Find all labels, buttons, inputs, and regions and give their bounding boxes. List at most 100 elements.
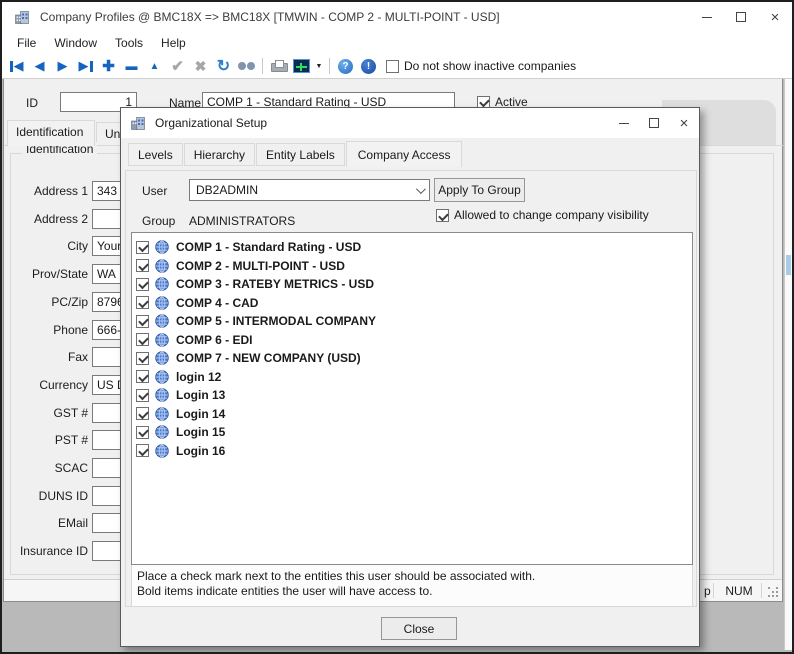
globe-icon xyxy=(155,333,169,347)
about-button[interactable] xyxy=(357,55,380,77)
entity-checkbox[interactable] xyxy=(136,259,149,272)
menu-help[interactable]: Help xyxy=(152,34,195,52)
cancel-icon xyxy=(195,58,207,75)
find-icon xyxy=(238,61,255,71)
monitor-button[interactable] xyxy=(290,55,313,77)
refresh-button[interactable] xyxy=(212,55,235,77)
globe-icon xyxy=(155,388,169,402)
find-button[interactable] xyxy=(235,55,258,77)
group-label: Group xyxy=(142,214,175,228)
entity-row[interactable]: COMP 4 - CAD xyxy=(132,294,692,313)
entity-row[interactable]: COMP 5 - INTERMODAL COMPANY xyxy=(132,312,692,331)
entity-checkbox[interactable] xyxy=(136,296,149,309)
menu-window[interactable]: Window xyxy=(45,34,106,52)
globe-icon xyxy=(155,370,169,384)
company-profiles-window: Company Profiles @ BMC18X => BMC18X [TMW… xyxy=(0,0,794,654)
minimize-button[interactable] xyxy=(690,2,724,32)
add-icon xyxy=(102,57,115,75)
instruction-line-2: Bold items indicate entities the user wi… xyxy=(137,584,692,599)
inactive-companies-checkbox[interactable] xyxy=(386,60,399,73)
save-record-button[interactable] xyxy=(166,55,189,77)
move-up-button[interactable] xyxy=(143,55,166,77)
entity-checkbox[interactable] xyxy=(136,278,149,291)
accept-icon xyxy=(171,57,184,75)
resize-grip[interactable] xyxy=(767,586,779,598)
info-icon xyxy=(361,59,376,74)
entity-label: login 12 xyxy=(176,370,221,384)
entity-checkbox[interactable] xyxy=(136,352,149,365)
entity-checkbox[interactable] xyxy=(136,426,149,439)
tab-identification[interactable]: Identification xyxy=(7,120,95,146)
dialog-tab-hierarchy[interactable]: Hierarchy xyxy=(184,143,255,166)
entity-row[interactable]: COMP 6 - EDI xyxy=(132,331,692,350)
next-record-button[interactable] xyxy=(51,55,74,77)
entity-label: Login 13 xyxy=(176,388,225,402)
entity-row[interactable]: Login 14 xyxy=(132,405,692,424)
entity-row[interactable]: COMP 3 - RATEBY METRICS - USD xyxy=(132,275,692,294)
entity-label: Login 15 xyxy=(176,425,225,439)
delete-record-button[interactable] xyxy=(120,55,143,77)
help-icon xyxy=(338,59,353,74)
entity-checkbox[interactable] xyxy=(136,315,149,328)
entity-checkbox[interactable] xyxy=(136,241,149,254)
dialog-tab-company-access[interactable]: Company Access xyxy=(346,141,463,167)
print-button[interactable] xyxy=(267,55,290,77)
cancel-changes-button[interactable] xyxy=(189,55,212,77)
help-button[interactable] xyxy=(334,55,357,77)
entity-label: COMP 3 - RATEBY METRICS - USD xyxy=(176,277,374,291)
entity-row[interactable]: COMP 2 - MULTI-POINT - USD xyxy=(132,257,692,276)
entity-label: COMP 2 - MULTI-POINT - USD xyxy=(176,259,345,273)
maximize-button[interactable] xyxy=(724,2,758,32)
scrollbar-thumb[interactable] xyxy=(786,255,791,275)
dialog-minimize-button[interactable] xyxy=(609,108,639,138)
dialog-close-button[interactable]: × xyxy=(669,108,699,138)
last-record-button[interactable] xyxy=(74,55,97,77)
first-record-button[interactable] xyxy=(5,55,28,77)
entity-row[interactable]: COMP 7 - NEW COMPANY (USD) xyxy=(132,349,692,368)
dialog-tab-entity-labels[interactable]: Entity Labels xyxy=(256,143,345,166)
menu-file[interactable]: File xyxy=(8,34,45,52)
refresh-icon xyxy=(217,56,230,76)
entity-checkbox[interactable] xyxy=(136,407,149,420)
vertical-scrollbar[interactable] xyxy=(784,79,793,650)
entity-checkbox[interactable] xyxy=(136,389,149,402)
apply-to-group-button[interactable]: Apply To Group xyxy=(434,178,525,202)
menu-tools[interactable]: Tools xyxy=(106,34,152,52)
entity-row[interactable]: COMP 1 - Standard Rating - USD xyxy=(132,238,692,257)
email-label: EMail xyxy=(4,516,88,530)
entity-checkbox[interactable] xyxy=(136,333,149,346)
entity-row[interactable]: Login 13 xyxy=(132,386,692,405)
globe-icon xyxy=(155,425,169,439)
user-dropdown-value: DB2ADMIN xyxy=(196,183,258,197)
next-icon xyxy=(58,58,68,74)
entity-label: COMP 1 - Standard Rating - USD xyxy=(176,240,361,254)
inactive-companies-label: Do not show inactive companies xyxy=(404,59,576,73)
user-dropdown[interactable]: DB2ADMIN xyxy=(189,179,430,201)
previous-record-button[interactable] xyxy=(28,55,51,77)
dialog-tab-strip: LevelsHierarchyEntity LabelsCompany Acce… xyxy=(128,141,463,166)
print-icon xyxy=(271,60,286,73)
chevron-down-icon xyxy=(416,184,426,194)
globe-icon xyxy=(155,351,169,365)
dialog-tab-levels[interactable]: Levels xyxy=(128,143,183,166)
add-record-button[interactable] xyxy=(97,55,120,77)
entity-checkbox[interactable] xyxy=(136,444,149,457)
dialog-maximize-button[interactable] xyxy=(639,108,669,138)
visibility-checkbox-row: Allowed to change company visibility xyxy=(436,208,649,222)
entity-label: COMP 4 - CAD xyxy=(176,296,258,310)
visibility-checkbox[interactable] xyxy=(436,209,449,222)
entity-row[interactable]: Login 15 xyxy=(132,423,692,442)
entity-row[interactable]: Login 16 xyxy=(132,442,692,461)
close-button[interactable]: Close xyxy=(381,617,457,640)
entity-label: COMP 6 - EDI xyxy=(176,333,252,347)
currency-label: Currency xyxy=(4,378,88,392)
prov-state-label: Prov/State xyxy=(4,267,88,281)
instructions-box: Place a check mark next to the entities … xyxy=(131,565,693,607)
pc-zip-label: PC/Zip xyxy=(4,295,88,309)
entity-checkbox[interactable] xyxy=(136,370,149,383)
monitor-dropdown-button[interactable]: ▼ xyxy=(313,55,325,77)
entity-label: Login 14 xyxy=(176,407,225,421)
entity-row[interactable]: login 12 xyxy=(132,368,692,387)
insurance-id-label: Insurance ID xyxy=(4,544,88,558)
close-window-button[interactable]: × xyxy=(758,2,792,32)
